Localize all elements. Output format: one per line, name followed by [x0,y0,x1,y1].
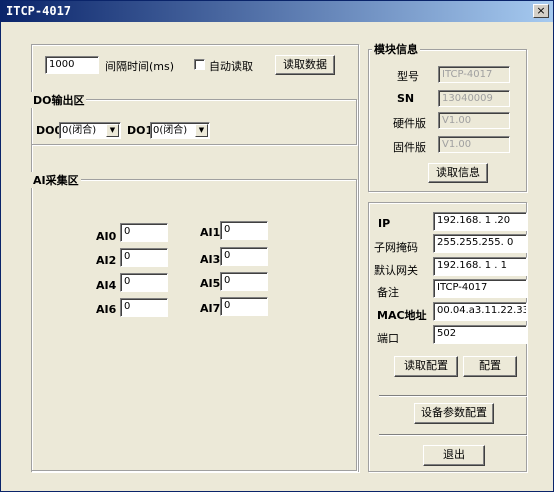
port-label: 端口 [377,332,399,345]
device-params-button[interactable]: 设备参数配置 [414,403,494,424]
ai6-field[interactable]: 0 [120,298,168,317]
read-config-button[interactable]: 读取配置 [394,356,458,377]
chevron-down-icon[interactable]: ▼ [195,124,208,137]
mac-field[interactable]: 00.04.a3.11.22.33 [433,302,527,321]
hw-version-label: 硬件版 [393,117,426,130]
subnet-mask-field[interactable]: 255.255.255. 0 [433,234,527,253]
do0-value: 0(闭合) [62,125,97,136]
ai-group [31,179,357,471]
port-field[interactable]: 502 [433,325,527,344]
read-info-button[interactable]: 读取信息 [428,163,488,183]
sn-label: SN [397,92,415,105]
separator-1 [379,395,527,397]
ai3-field[interactable]: 0 [220,247,268,266]
remark-field[interactable]: ITCP-4017 [433,279,527,298]
ai7-field[interactable]: 0 [220,297,268,316]
ai7-label: AI7 [200,302,221,315]
title-bar[interactable]: ITCP-4017 × [1,1,553,22]
do0-select[interactable]: 0(闭合) ▼ [59,122,121,139]
fw-version-field: V1.00 [438,136,510,153]
subnet-mask-label: 子网掩码 [374,241,418,254]
hw-version-field: V1.00 [438,112,510,129]
ip-label: IP [378,217,391,230]
model-label: 型号 [397,70,419,83]
interval-input[interactable]: 1000 [45,56,99,74]
ai4-label: AI4 [96,279,117,292]
ai1-label: AI1 [200,226,221,239]
ai5-label: AI5 [200,277,221,290]
auto-read-label: 自动读取 [209,60,253,73]
ai-group-title: AI采集区 [31,172,81,188]
read-data-button[interactable]: 读取数据 [275,55,335,75]
ai2-label: AI2 [96,254,117,267]
fw-version-label: 固件版 [393,141,426,154]
gateway-field[interactable]: 192.168. 1 . 1 [433,257,527,276]
module-info-title: 模块信息 [372,41,420,57]
gateway-label: 默认网关 [374,264,418,277]
ai2-field[interactable]: 0 [120,248,168,267]
do1-select[interactable]: 0(闭合) ▼ [150,122,210,139]
do1-value: 0(闭合) [153,125,188,136]
main-window: ITCP-4017 × 1000 间隔时间(ms) 自动读取 读取数据 DO输出… [0,0,554,492]
do-group-title: DO输出区 [31,92,87,108]
window-title: ITCP-4017 [6,4,72,18]
interval-label: 间隔时间(ms) [105,60,175,73]
remark-label: 备注 [377,286,399,299]
ai1-field[interactable]: 0 [220,221,268,240]
chevron-down-icon[interactable]: ▼ [106,124,119,137]
ai6-label: AI6 [96,303,117,316]
ai4-field[interactable]: 0 [120,273,168,292]
model-field: ITCP-4017 [438,66,510,83]
ai3-label: AI3 [200,253,221,266]
separator-2 [379,434,527,436]
config-button[interactable]: 配置 [463,356,517,377]
ip-field[interactable]: 192.168. 1 .20 [433,212,527,231]
ai0-label: AI0 [96,230,117,243]
sn-field: 13040009 [438,90,510,107]
exit-button[interactable]: 退出 [423,445,485,466]
auto-read-checkbox[interactable] [194,59,205,70]
ai5-field[interactable]: 0 [220,272,268,291]
close-icon[interactable]: × [533,4,549,18]
ai0-field[interactable]: 0 [120,223,168,242]
mac-label: MAC地址 [377,309,427,322]
